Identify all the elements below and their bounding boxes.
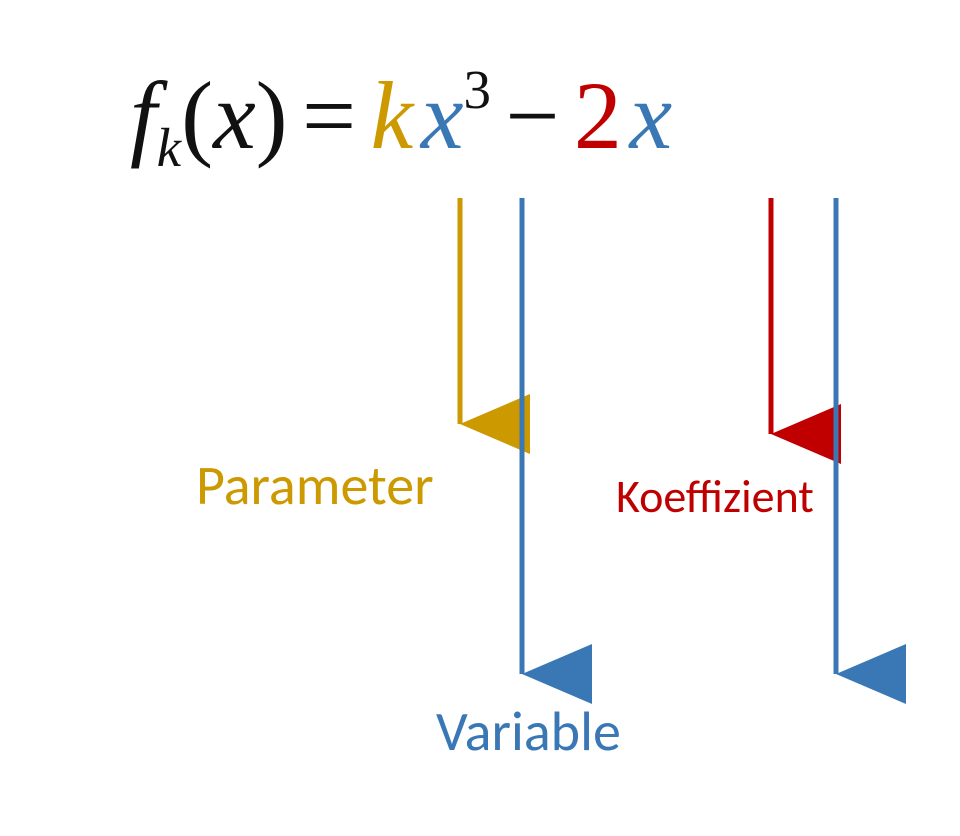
sym-open-paren: ( bbox=[181, 62, 213, 169]
sym-x-arg: x bbox=[213, 62, 256, 169]
label-parameter: Parameter bbox=[196, 452, 434, 520]
sym-sup-3: 3 bbox=[463, 59, 491, 120]
sym-f: f bbox=[130, 62, 157, 169]
sym-two: 2 bbox=[574, 62, 622, 169]
arrow-variable-right bbox=[806, 198, 866, 708]
diagram-stage: fk(x)=kx3−2x bbox=[0, 0, 960, 836]
arrow-coefficient bbox=[741, 198, 801, 468]
label-variable: Variable bbox=[436, 698, 621, 766]
sym-sub-k: k bbox=[157, 117, 181, 178]
label-koeffizient: Koeffizient bbox=[616, 469, 814, 525]
sym-equals: = bbox=[302, 62, 356, 169]
sym-x-first: x bbox=[421, 62, 464, 169]
sym-minus: − bbox=[505, 62, 559, 169]
arrow-parameter bbox=[430, 198, 490, 458]
sym-k: k bbox=[371, 62, 414, 169]
sym-x-second: x bbox=[630, 62, 673, 169]
equation: fk(x)=kx3−2x bbox=[130, 58, 672, 179]
arrow-variable-left bbox=[492, 198, 552, 708]
sym-close-paren: ) bbox=[256, 62, 288, 169]
